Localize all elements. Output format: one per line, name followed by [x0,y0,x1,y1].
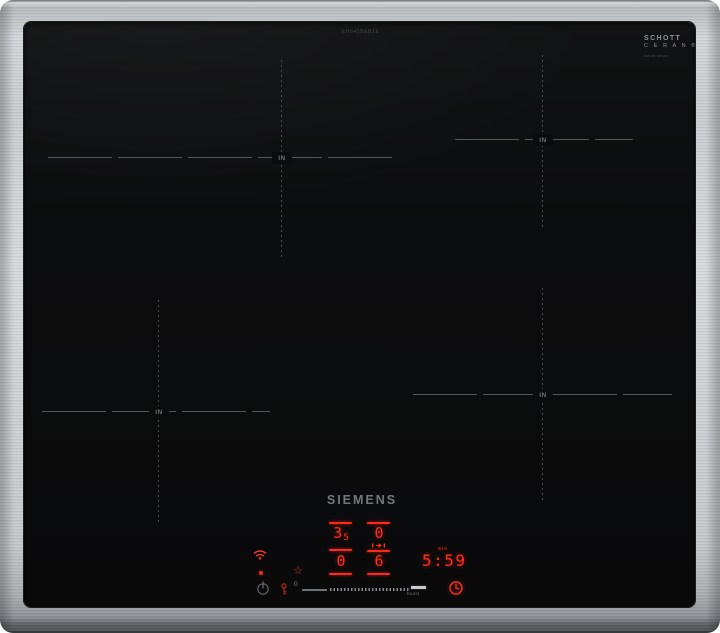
favorite-star-icon[interactable]: ☆ [293,564,303,577]
led-bar [329,549,352,551]
power-level-display: 6 [374,552,384,570]
schott-ceran-logo: SCHOTT C E R A N ® schott ceran [644,35,716,58]
zone-induction-marker: IN [533,389,553,401]
schott-fine-print: schott ceran [644,54,668,58]
model-marking: EH645BEB1E [342,29,380,35]
pan-move-marker-icon [372,543,385,548]
power-button[interactable] [256,581,270,596]
zone-induction-marker: IN [149,406,169,418]
wifi-icon [253,549,267,560]
led-bar [367,573,390,575]
ceramic-glass-surface: EH645BEB1E SCHOTT C E R A N ® schott cer… [24,22,695,607]
zone-induction-marker: IN [272,152,292,164]
slider-boost-segment[interactable] [411,586,426,589]
zone-induction-marker: IN [533,134,553,146]
slider-lead-segment[interactable] [302,589,327,591]
slider-min-label: 0 [294,581,298,588]
schott-logo-line2: C E R A N ® [644,43,698,49]
timer-value: 5:59 [422,551,467,570]
timer-clock-button[interactable] [448,580,464,596]
induction-hob: EH645BEB1E SCHOTT C E R A N ® schott cer… [0,0,720,633]
power-digit-sub: 5 [343,533,349,543]
power-level-display: 0 [374,524,384,542]
slider-tick-strip[interactable] [330,588,409,591]
power-digit: 3 [333,524,343,542]
pilot-dot-icon [259,571,263,575]
siemens-logo: SIEMENS [326,493,398,507]
child-lock-key-icon[interactable] [280,583,288,596]
led-bar [329,573,352,575]
schott-logo-line1: SCHOTT [644,35,682,42]
zone-cross-hline [48,157,393,158]
slider-max-label: boost [407,591,420,596]
